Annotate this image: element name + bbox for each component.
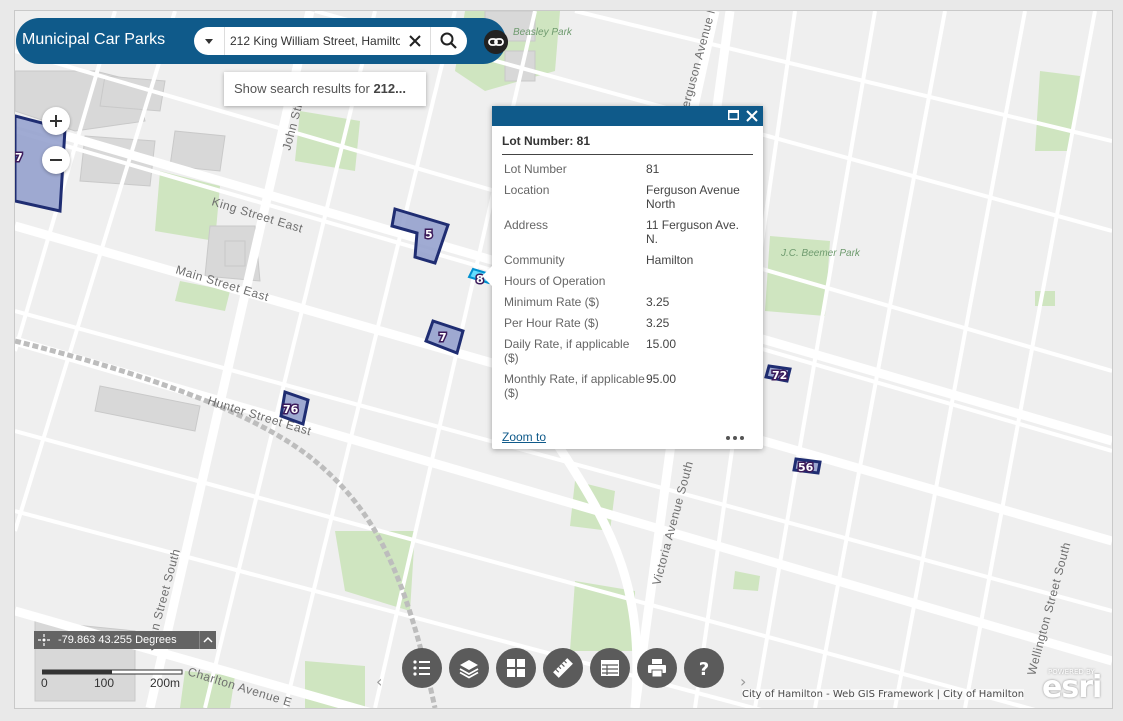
attribute-value: 81 <box>646 162 660 176</box>
lot-label: 7 <box>439 331 447 344</box>
attribute-table-icon <box>601 660 619 676</box>
print-button[interactable] <box>637 648 677 688</box>
attribute-value: 11 Ferguson Ave. N. <box>646 218 739 246</box>
attribute-row: Address 11 Ferguson Ave. N. <box>504 218 751 246</box>
zoom-in-button[interactable] <box>42 107 70 135</box>
attribute-value: 3.25 <box>646 316 670 330</box>
attribute-key: Address <box>504 218 549 232</box>
feature-popup: Lot Number: 81 Lot Number 81 Location Ferg… <box>482 106 763 449</box>
layers-button[interactable] <box>449 648 489 688</box>
svg-text:?: ? <box>699 659 709 679</box>
attribute-row: Location Ferguson Avenue North <box>504 183 751 211</box>
popup-title: Lot Number: 81 <box>502 134 753 155</box>
attribution: City of Hamilton - Web GIS Framework | C… <box>742 689 1025 700</box>
maximize-icon[interactable] <box>728 110 739 120</box>
esri-powered-by: POWERED BY <box>1048 668 1095 676</box>
help-icon: ? <box>699 659 709 679</box>
more-options-icon[interactable] <box>725 435 745 441</box>
attribute-row: Lot Number 81 <box>504 162 751 176</box>
attribute-row: Monthly Rate, if applicable ($) 95.00 <box>504 372 751 400</box>
attribute-key: Minimum Rate ($) <box>504 295 600 309</box>
esri-logo[interactable]: POWERED BY esri <box>1042 668 1102 705</box>
app-title: Municipal Car Parks <box>22 31 166 48</box>
link-icon[interactable] <box>484 30 508 54</box>
attribute-key: Daily Rate, if applicable ($) <box>504 337 630 365</box>
coordinate-text: -79.863 43.255 Degrees <box>58 634 177 646</box>
lot-label: 72 <box>772 369 787 382</box>
chevron-down-icon <box>205 38 213 44</box>
search-box <box>194 27 467 55</box>
minus-icon <box>50 159 62 161</box>
app-header: Municipal Car Parks <box>16 18 508 64</box>
lot-label: 56 <box>798 461 814 474</box>
attribute-value: 15.00 <box>646 337 677 351</box>
legend-icon <box>413 660 430 676</box>
lot-label: 5 <box>425 228 433 241</box>
coordinate-display: -79.863 43.255 Degrees <box>34 631 216 649</box>
attribute-key: Per Hour Rate ($) <box>504 316 599 330</box>
attribute-value <box>646 274 751 288</box>
attribute-row: Community Hamilton <box>504 253 751 267</box>
popup-attributes: Lot Number 81 Location Ferguson Avenue Nor… <box>504 162 751 400</box>
attribute-key: Location <box>504 183 550 197</box>
scale-label: 100 <box>94 676 115 690</box>
lot-label: 7 <box>15 151 23 164</box>
attribute-key: Community <box>504 253 565 267</box>
attribute-table-button[interactable] <box>590 648 630 688</box>
scale-label: 0 <box>41 676 48 690</box>
layers-icon <box>459 660 479 679</box>
attribute-row: Per Hour Rate ($) 3.25 <box>504 316 751 330</box>
close-icon[interactable] <box>407 33 423 49</box>
basemap-gallery-button[interactable] <box>496 648 536 688</box>
suggestion-prefix: Show search results for <box>234 81 374 96</box>
crosshair-icon[interactable] <box>38 634 50 646</box>
park-label: Beasley Park <box>513 27 573 38</box>
legend-button[interactable] <box>402 648 442 688</box>
chevron-left-icon[interactable]: ‹ <box>376 672 382 691</box>
search-input[interactable] <box>230 31 400 51</box>
attribute-value: 95.00 <box>646 372 677 386</box>
scale-bar: 0 100 200m <box>41 664 202 692</box>
attribute-row: Hours of Operation <box>504 274 751 288</box>
attribute-row: Daily Rate, if applicable ($) 15.00 <box>504 337 751 365</box>
plus-icon <box>50 115 62 127</box>
close-icon[interactable] <box>745 109 759 123</box>
popup-pointer <box>482 266 492 286</box>
zoom-out-button[interactable] <box>42 146 70 174</box>
measure-icon <box>553 658 573 678</box>
attribute-value: 3.25 <box>646 295 670 309</box>
search-suggestion[interactable]: Show search results for 212... <box>224 72 426 106</box>
attribute-value: Ferguson Avenue North <box>646 183 740 211</box>
basemap-gallery-icon <box>507 659 525 677</box>
attribute-key: Lot Number <box>504 162 567 176</box>
search-icon[interactable] <box>430 27 467 55</box>
chevron-up-icon[interactable] <box>199 631 216 649</box>
help-button[interactable]: ? <box>684 648 724 688</box>
print-icon <box>648 659 666 678</box>
search-source-dropdown[interactable] <box>194 27 225 55</box>
attribute-key: Hours of Operation <box>504 274 606 288</box>
zoom-to-link[interactable]: Zoom to <box>502 430 546 444</box>
attribute-row: Minimum Rate ($) 3.25 <box>504 295 751 309</box>
popup-titlebar <box>492 106 763 126</box>
scale-label: 200m <box>150 676 181 690</box>
suggestion-query: 212... <box>373 81 406 96</box>
attribute-value: Hamilton <box>646 253 694 267</box>
park-label: J.C. Beemer Park <box>780 248 861 259</box>
lot-label: 76 <box>283 403 299 416</box>
attribute-key: Monthly Rate, if applicable ($) <box>504 372 645 400</box>
measure-button[interactable] <box>543 648 583 688</box>
